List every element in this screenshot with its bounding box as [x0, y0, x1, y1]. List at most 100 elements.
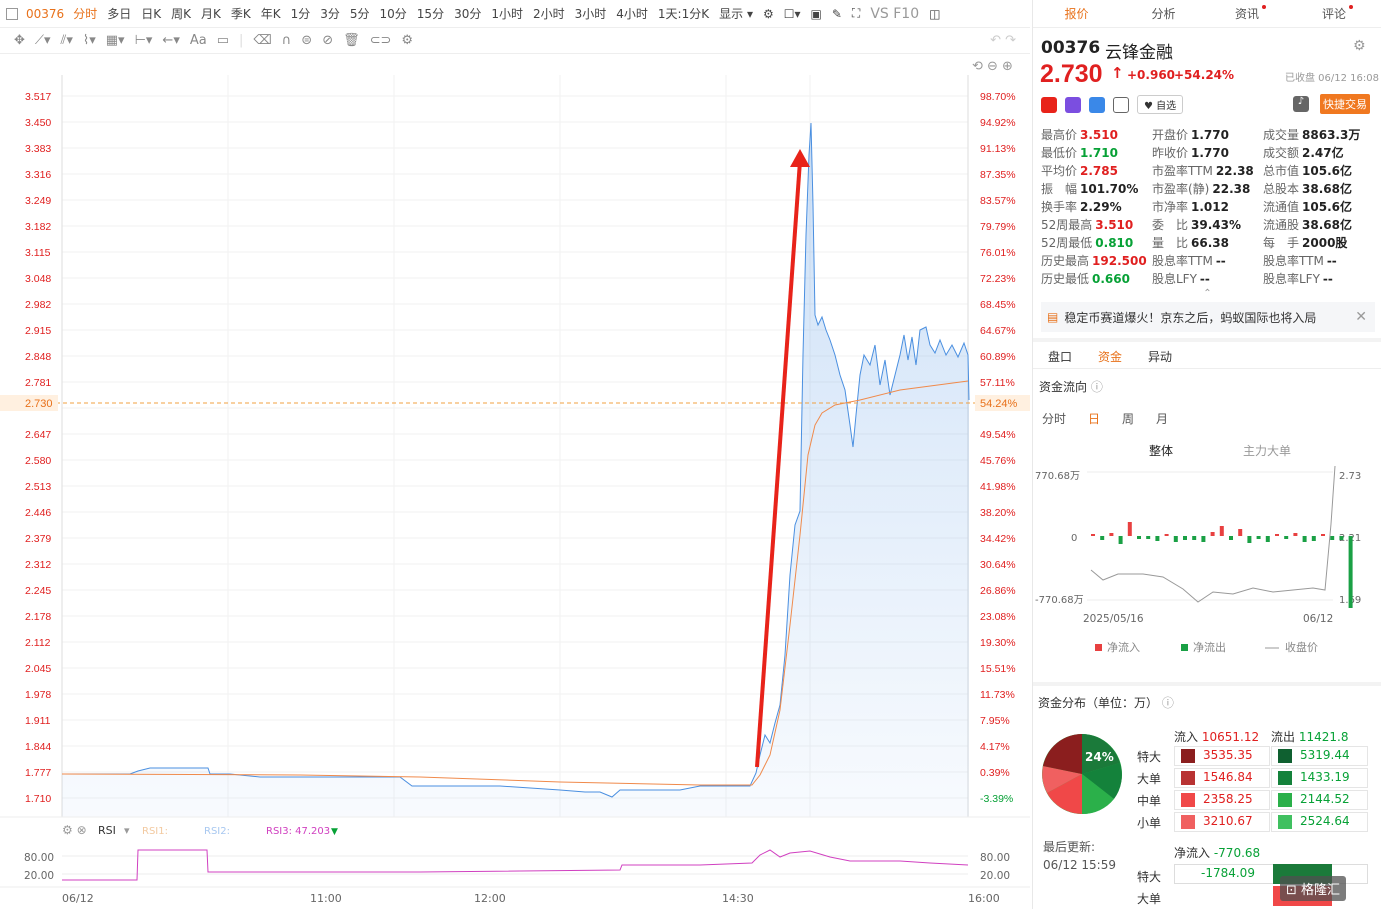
measure-tool-icon[interactable]: ⊢▾: [135, 33, 153, 48]
price-label: 2.781: [25, 377, 51, 389]
layout-icon[interactable]: [6, 7, 18, 20]
reset-zoom-icon[interactable]: ⟲ ⊖ ⊕: [972, 59, 1013, 74]
note-icon[interactable]: [1113, 96, 1129, 113]
flow-period-week[interactable]: 周: [1122, 410, 1134, 427]
tab-analysis[interactable]: 分析: [1120, 5, 1207, 22]
channel-tool-icon[interactable]: ⫽▾: [61, 33, 73, 48]
add-watchlist-button[interactable]: ♥ 自选: [1137, 95, 1184, 114]
flow-mode-main[interactable]: 主力大单: [1243, 442, 1291, 459]
stat-6: 平均价 2.785: [1041, 164, 1118, 178]
undo-redo-icon[interactable]: ↶ ↷: [990, 33, 1016, 48]
vs-f10-button[interactable]: VS F10: [865, 6, 924, 22]
stat-4: 昨收价 1.770: [1152, 146, 1229, 160]
watermark-logo: ⊡ 格隆汇: [1280, 876, 1347, 901]
intraday-chart[interactable]: 3.517 3.450 3.383 3.316 3.249 3.182 3.115 3.048…: [0, 55, 1030, 909]
period-tab-10[interactable]: 10分: [375, 5, 412, 22]
stat-8: 总市值 105.6亿: [1263, 164, 1352, 178]
period-tab-5[interactable]: 季K: [226, 5, 256, 22]
flow-bar: [1164, 534, 1169, 536]
move-icon[interactable]: ✥: [14, 33, 25, 48]
subtab-funds[interactable]: 资金: [1098, 348, 1122, 365]
tab-comments[interactable]: 评论: [1294, 5, 1381, 22]
period-tab-17[interactable]: 1天:1分K: [653, 5, 714, 22]
period-tab-11[interactable]: 15分: [412, 5, 449, 22]
fullscreen-icon[interactable]: ⛶: [847, 6, 865, 21]
news-text[interactable]: 稳定币赛道爆火！京东之后，蚂蚁国际也将入局: [1064, 309, 1316, 326]
period-tab-6[interactable]: 年K: [256, 5, 286, 22]
time-label-date: 06/12: [62, 892, 94, 905]
text-tool-icon[interactable]: Aa: [190, 33, 207, 48]
flow-bar: [1192, 536, 1197, 540]
period-tab-15[interactable]: 3小时: [570, 5, 612, 22]
period-tab-3[interactable]: 周K: [166, 5, 196, 22]
display-menu[interactable]: 显示 ▾: [714, 5, 758, 22]
tab-news[interactable]: 资讯: [1207, 5, 1294, 22]
pct-label: 83.57%: [980, 195, 1016, 207]
tag-icon[interactable]: [1089, 96, 1105, 113]
price-label: 3.316: [25, 169, 51, 181]
collapse-chevron-icon[interactable]: ⌃: [1033, 288, 1381, 302]
lightning-icon[interactable]: [1065, 96, 1081, 113]
link-icon[interactable]: ⊂⊃: [370, 33, 392, 48]
square-icon[interactable]: ☐▾: [779, 7, 806, 21]
period-tab-0[interactable]: 分时: [68, 5, 102, 22]
period-tab-14[interactable]: 2小时: [528, 5, 570, 22]
bell-icon[interactable]: ♪: [1293, 96, 1309, 112]
flow-period-day[interactable]: 日: [1088, 410, 1100, 427]
panel-icon[interactable]: ◫: [924, 7, 945, 21]
stock-code-tab[interactable]: 00376: [22, 7, 68, 21]
flow-bar: [1109, 533, 1114, 536]
period-tab-13[interactable]: 1小时: [486, 5, 528, 22]
flow-mode-overall[interactable]: 整体: [1149, 442, 1173, 459]
last-price: 2.730: [1040, 60, 1103, 88]
pct-label: 94.92%: [980, 117, 1016, 129]
wave-tool-icon[interactable]: ⌇▾: [83, 33, 96, 48]
news-banner[interactable]: ▤ 稳定币赛道爆火！京东之后，蚂蚁国际也将入局 ✕: [1041, 302, 1375, 332]
close-icon[interactable]: ✕: [1355, 309, 1367, 325]
tab-quote[interactable]: 报价: [1033, 5, 1120, 22]
flow-period-intraday[interactable]: 分时: [1042, 410, 1066, 427]
grid-tool-icon[interactable]: ▦▾: [106, 33, 125, 48]
subtab-movements[interactable]: 异动: [1148, 348, 1172, 365]
delete-icon[interactable]: 🗑: [343, 33, 360, 48]
gear-icon[interactable]: ⚙: [401, 33, 413, 48]
price-label: 2.580: [25, 455, 51, 467]
rsi-label[interactable]: RSI: [98, 824, 116, 837]
price-label: 2.446: [25, 507, 51, 519]
period-tab-1[interactable]: 多日: [102, 5, 136, 22]
period-tab-4[interactable]: 月K: [196, 5, 226, 22]
rsi-settings-icon[interactable]: ⚙ ⊗: [62, 823, 87, 837]
pen-icon[interactable]: ✎: [827, 7, 847, 21]
rsi-dropdown-icon[interactable]: ▾: [124, 824, 130, 837]
comment-tool-icon[interactable]: ▭: [217, 33, 229, 48]
stat-15: 52周最高 3.510: [1041, 218, 1134, 232]
settings-icon[interactable]: ⚙: [758, 7, 779, 21]
subtab-orderbook[interactable]: 盘口: [1048, 348, 1072, 365]
period-tab-9[interactable]: 5分: [345, 5, 375, 22]
hide-icon[interactable]: ⊘: [322, 33, 333, 48]
period-tab-12[interactable]: 30分: [449, 5, 486, 22]
period-tab-16[interactable]: 4小时: [611, 5, 653, 22]
flow-axis-top: 770.68万: [1035, 471, 1080, 482]
stat-24: 历史最低 0.660: [1041, 272, 1130, 286]
magnet-icon[interactable]: ∩: [282, 33, 292, 48]
eraser-icon[interactable]: ⌫: [253, 33, 271, 48]
info-icon-2[interactable]: ⓘ: [1162, 696, 1174, 710]
camera-icon[interactable]: ▣: [806, 7, 827, 21]
legend-close: 收盘价: [1285, 640, 1318, 654]
flow-bar: [1247, 536, 1252, 543]
quick-trade-button[interactable]: 快捷交易: [1320, 94, 1370, 114]
price-label: 3.383: [25, 143, 51, 155]
lock-icon[interactable]: ⊜: [301, 33, 312, 48]
stock-code: 00376: [1041, 38, 1101, 58]
flow-bar: [1155, 536, 1160, 541]
flow-period-month[interactable]: 月: [1156, 410, 1168, 427]
pct-label: 64.67%: [980, 325, 1016, 337]
period-tab-7[interactable]: 1分: [286, 5, 316, 22]
arrow-tool-icon[interactable]: ←▾: [162, 33, 179, 48]
line-tool-icon[interactable]: ⟋▾: [35, 33, 51, 48]
info-icon[interactable]: ⓘ: [1091, 380, 1103, 394]
period-tab-2[interactable]: 日K: [136, 5, 166, 22]
period-tab-8[interactable]: 3分: [315, 5, 345, 22]
settings-gear-icon[interactable]: ⚙: [1353, 38, 1366, 54]
